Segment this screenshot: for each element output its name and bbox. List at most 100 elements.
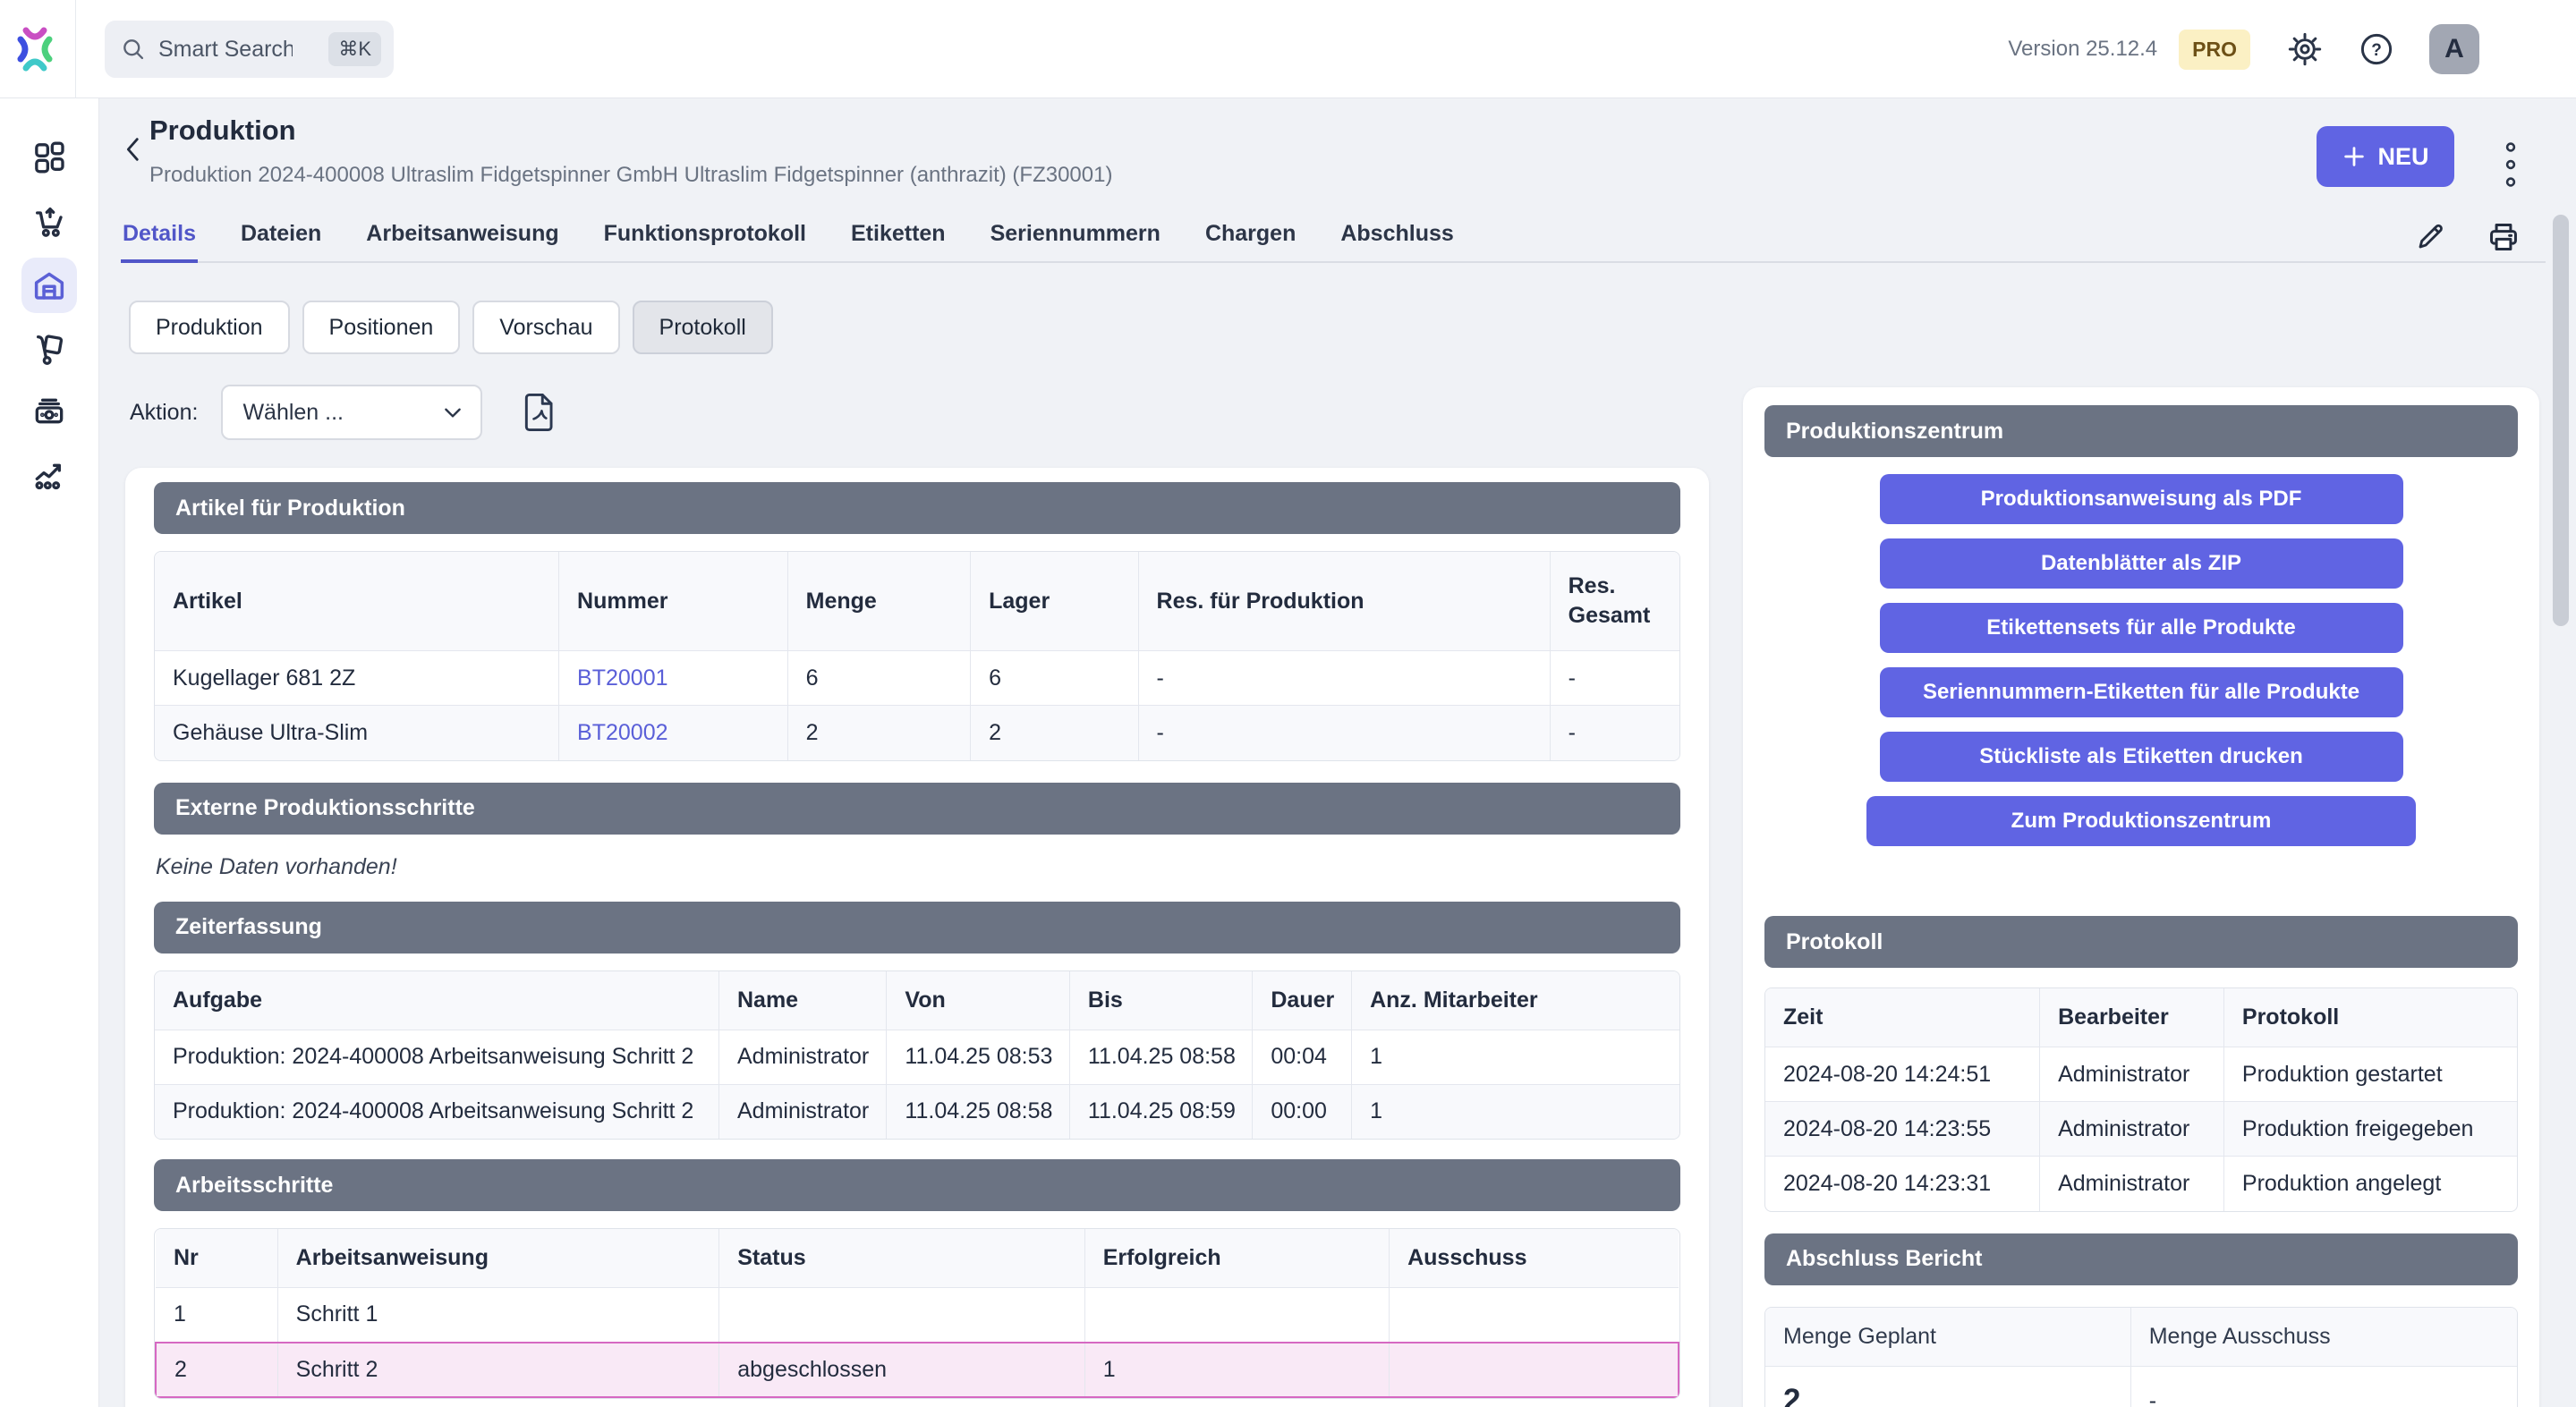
subtab-positionen[interactable]: Positionen (302, 301, 461, 354)
app-logo[interactable] (14, 24, 55, 72)
search-icon (121, 37, 146, 62)
section-header-zeiterfassung: Zeiterfassung (154, 902, 1680, 954)
subtab-vorschau[interactable]: Vorschau (472, 301, 619, 354)
action-select[interactable]: Wählen ... (221, 385, 482, 440)
chevron-down-icon (441, 401, 464, 424)
smart-search-bar[interactable]: ⌘K (105, 21, 394, 78)
protokoll-table: Zeit Bearbeiter Protokoll 2024-08-20 14:… (1764, 987, 2518, 1212)
version-label: Version 25.12.4 (2008, 37, 2157, 62)
column-header: Bearbeiter (2040, 988, 2224, 1047)
column-header: Dauer (1253, 971, 1352, 1030)
column-header: Artikel (155, 552, 559, 651)
settings-gear-icon[interactable] (2288, 32, 2322, 66)
pro-badge: PRO (2179, 30, 2250, 70)
article-link[interactable]: BT20002 (577, 720, 667, 745)
button-etikettensets[interactable]: Etikettensets für alle Produkte (1880, 603, 2403, 653)
tab-arbeitsanweisung[interactable]: Arbeitsanweisung (364, 213, 560, 261)
column-header: Nr (156, 1229, 277, 1288)
user-avatar[interactable]: A (2429, 24, 2479, 74)
keyboard-shortcut-badge: ⌘K (328, 32, 381, 66)
arbeitsschritte-table: Nr Arbeitsanweisung Status Erfolgreich A… (154, 1228, 1680, 1399)
subtab-bar: Produktion Positionen Vorschau Protokoll (129, 301, 773, 354)
tab-seriennummern[interactable]: Seriennummern (989, 213, 1162, 261)
sidebar-item-finance[interactable] (21, 385, 77, 440)
tab-details[interactable]: Details (121, 213, 198, 263)
topbar: ⌘K Version 25.12.4 PRO ? A (0, 0, 2576, 98)
column-header: Menge (787, 552, 970, 651)
edit-pencil-icon[interactable] (2415, 220, 2447, 254)
menge-ausschuss-value: - (2130, 1366, 2517, 1407)
back-button[interactable] (116, 131, 150, 168)
subtab-protokoll[interactable]: Protokoll (633, 301, 773, 354)
section-header-artikel: Artikel für Produktion (154, 482, 1680, 534)
article-link[interactable]: BT20001 (577, 665, 667, 691)
workstep-row[interactable]: 1 Schritt 1 (156, 1288, 1679, 1343)
section-header-protokoll: Protokoll (1764, 916, 2518, 968)
print-icon[interactable] (2487, 220, 2521, 254)
warehouse-icon (30, 267, 68, 304)
column-header: Anz. Mitarbeiter (1352, 971, 1679, 1030)
column-header: Bis (1069, 971, 1252, 1030)
column-header: Protokoll (2223, 988, 2517, 1047)
help-icon[interactable]: ? (2359, 32, 2393, 66)
tab-chargen[interactable]: Chargen (1203, 213, 1297, 261)
kebab-menu[interactable] (2498, 140, 2523, 190)
button-zum-produktionszentrum[interactable]: Zum Produktionszentrum (1866, 796, 2416, 846)
menge-geplant-value: 2 (1765, 1366, 2130, 1407)
column-header: Menge Geplant (1765, 1308, 2130, 1367)
table-row: Produktion: 2024-400008 Arbeitsanweisung… (155, 1030, 1679, 1084)
new-button[interactable]: NEU (2317, 126, 2454, 187)
column-header: Res. für Produktion (1138, 552, 1550, 651)
column-header: Zeit (1765, 988, 2040, 1047)
hand-truck-icon (31, 332, 67, 368)
scrollbar-thumb[interactable] (2553, 215, 2569, 626)
plus-icon (2342, 144, 2367, 169)
table-row: 2 - (1765, 1366, 2517, 1407)
topbar-divider (75, 0, 76, 98)
section-header-produktionszentrum: Produktionszentrum (1764, 405, 2518, 457)
sidebar-item-dashboard[interactable] (21, 130, 77, 185)
column-header: Name (718, 971, 886, 1030)
section-header-externe-schritte: Externe Produktionsschritte (154, 783, 1680, 835)
tab-funktionsprotokoll[interactable]: Funktionsprotokoll (602, 213, 808, 261)
column-header: Ausschuss (1390, 1229, 1679, 1288)
sidebar-item-warehouse[interactable] (21, 258, 77, 313)
workstep-row-selected[interactable]: 2 Schritt 2 abgeschlossen 1 (156, 1343, 1679, 1397)
table-row: Produktion: 2024-400008 Arbeitsanweisung… (155, 1084, 1679, 1139)
abschluss-table: Menge Geplant Menge Ausschuss 2 - (1764, 1307, 2518, 1407)
button-stueckliste-etiketten[interactable]: Stückliste als Etiketten drucken (1880, 732, 2403, 782)
sidebar-item-purchase[interactable] (21, 194, 77, 250)
action-row: Aktion: Wählen ... (130, 385, 556, 440)
button-datenblaetter-zip[interactable]: Datenblätter als ZIP (1880, 538, 2403, 589)
svg-text:?: ? (2371, 41, 2382, 60)
tab-bar: Details Dateien Arbeitsanweisung Funktio… (121, 213, 2546, 263)
zeiterfassung-table: Aufgabe Name Von Bis Dauer Anz. Mitarbei… (154, 970, 1680, 1140)
main-content-card: Artikel für Produktion Artikel Nummer Me… (125, 468, 1709, 1407)
empty-state-message: Keine Daten vorhanden! (156, 854, 1680, 880)
trend-chart-icon (31, 457, 67, 493)
section-header-abschluss-bericht: Abschluss Bericht (1764, 1233, 2518, 1285)
column-header: Arbeitsanweisung (277, 1229, 719, 1288)
cart-upload-icon (31, 204, 67, 240)
artikel-table: Artikel Nummer Menge Lager Res. für Prod… (154, 551, 1680, 761)
sidebar-item-reports[interactable] (21, 447, 77, 503)
column-header: Lager (971, 552, 1138, 651)
table-row: 2024-08-20 14:23:55 Administrator Produk… (1765, 1102, 2517, 1157)
table-row: 2024-08-20 14:24:51 Administrator Produk… (1765, 1047, 2517, 1102)
pdf-export-icon[interactable] (523, 393, 556, 432)
sidebar (0, 98, 99, 1407)
cash-icon (31, 394, 67, 430)
tab-etiketten[interactable]: Etiketten (849, 213, 948, 261)
button-seriennummern-etiketten[interactable]: Seriennummern-Etiketten für alle Produkt… (1880, 667, 2403, 717)
button-produktionsanweisung-pdf[interactable]: Produktionsanweisung als PDF (1880, 474, 2403, 524)
column-header: Nummer (559, 552, 788, 651)
search-input[interactable] (158, 37, 293, 63)
tab-abschluss[interactable]: Abschluss (1339, 213, 1455, 261)
dashboard-grid-icon (31, 140, 67, 175)
tab-dateien[interactable]: Dateien (239, 213, 323, 261)
subtab-produktion[interactable]: Produktion (129, 301, 290, 354)
table-row: Gehäuse Ultra-Slim BT20002 2 2 - - (155, 706, 1679, 760)
sidebar-item-logistics[interactable] (21, 322, 77, 377)
table-row: 2024-08-20 14:23:31 Administrator Produk… (1765, 1157, 2517, 1211)
column-header: Res. Gesamt (1550, 552, 1679, 651)
